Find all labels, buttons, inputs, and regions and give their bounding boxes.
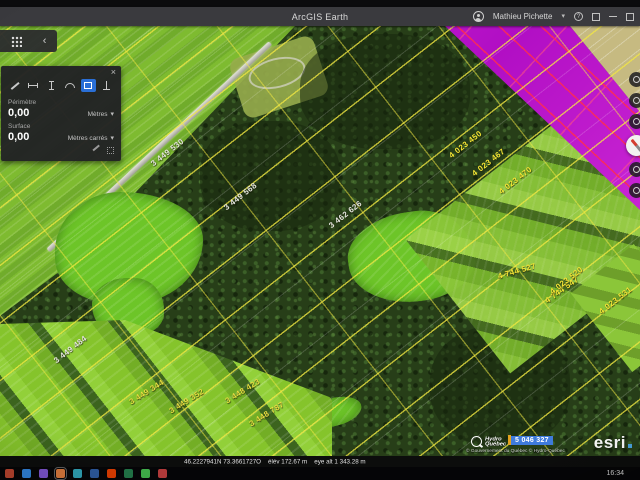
window-icon[interactable] (592, 13, 600, 21)
caret-down-icon: ▾ (110, 135, 114, 142)
monitor-photo: ArcGIS Earth Mathieu Pichette ▾ ? 3 449 … (0, 0, 640, 480)
taskbar-apps (5, 469, 167, 478)
measure-area-icon[interactable] (81, 79, 95, 92)
taskbar-app-icon[interactable] (158, 469, 167, 478)
taskbar-app-icon[interactable] (39, 469, 48, 478)
surface-value: 0,00 (8, 131, 29, 143)
map-attribution: © Gouvernement du Québec © Hydro-Québec (466, 448, 565, 453)
apps-toolbar: ‹ (0, 30, 57, 52)
apps-grid-icon[interactable] (11, 36, 22, 47)
parcel-label: 3 449 344 (128, 378, 166, 406)
status-coordinates: 46.2227941N 73.3661727O (184, 458, 261, 465)
measure-horizontal-distance-icon[interactable] (26, 79, 40, 92)
parcel-label: 3 449 484 (52, 334, 88, 365)
caret-down-icon[interactable]: ▾ (561, 13, 565, 20)
edit-icon[interactable] (92, 145, 99, 151)
taskbar-app-icon[interactable] (141, 469, 150, 478)
perimeter-value: 0,00 (8, 107, 29, 119)
status-eye-altitude: eye alt 1 343.28 m (314, 458, 365, 465)
map-tool-button[interactable] (629, 183, 640, 198)
measure-elevation-icon[interactable] (100, 79, 114, 92)
parcel-label: 3 449 530 (149, 137, 185, 168)
taskbar-app-icon[interactable] (5, 469, 14, 478)
parcel-label: 3 449 568 (222, 181, 258, 212)
help-icon[interactable]: ? (574, 12, 583, 21)
parcel-label: 3 449 352 (168, 387, 206, 415)
user-name[interactable]: Mathieu Pichette (493, 12, 553, 21)
snap-settings-icon[interactable] (107, 147, 114, 154)
map-tools-column (626, 72, 640, 198)
measure-vertical-distance-icon[interactable] (45, 79, 59, 92)
parcel-label: 4 023 531 (597, 285, 633, 316)
parcel-label: 4 023 450 (447, 129, 483, 160)
map-tool-button[interactable] (629, 72, 640, 87)
status-elevation: élév 172.67 m (268, 458, 307, 465)
close-icon[interactable] (626, 13, 634, 21)
perimeter-label: Périmètre (8, 99, 114, 106)
selected-parcel-label[interactable]: 5 046 327 (508, 435, 553, 445)
parcel-label: 4 744 527 (497, 261, 537, 280)
parcel-label: 4 023 470 (497, 165, 533, 196)
collapse-chevron-icon[interactable]: ‹ (43, 36, 47, 47)
perimeter-unit-select[interactable]: Mètres ▾ (88, 111, 114, 118)
taskbar-app-icon[interactable] (90, 469, 99, 478)
map-tool-button[interactable] (629, 114, 640, 129)
taskbar-app-icon[interactable] (22, 469, 31, 478)
map-tool-button[interactable] (629, 93, 640, 108)
user-avatar-icon (473, 11, 484, 22)
taskbar-app-icon[interactable] (73, 469, 82, 478)
measure-panel: × Périmètre 0,00 Mètres ▾ Surface 0,00 M… (1, 66, 121, 161)
surface-unit-select[interactable]: Mètres carrés ▾ (68, 135, 114, 142)
compass-icon[interactable] (626, 135, 640, 156)
taskbar-app-icon[interactable] (107, 469, 116, 478)
esri-logo: esri (594, 433, 632, 453)
taskbar-clock: 16:34 (606, 470, 624, 477)
measure-slope-distance-icon[interactable] (8, 79, 22, 92)
hydro-q-icon (471, 436, 482, 447)
parcel-label: 3 448 423 (224, 377, 262, 405)
windows-taskbar: 16:34 (0, 467, 640, 480)
panel-close-icon[interactable]: × (111, 68, 116, 77)
minimize-icon[interactable] (609, 16, 617, 17)
titlebar: ArcGIS Earth Mathieu Pichette ▾ ? (0, 7, 640, 26)
caret-down-icon: ▾ (110, 111, 114, 118)
surface-label: Surface (8, 123, 114, 130)
parcel-label: 3 462 626 (327, 199, 363, 230)
taskbar-app-icon[interactable] (124, 469, 133, 478)
parcel-label: 3 448 787 (248, 400, 286, 428)
map-tool-button[interactable] (629, 162, 640, 177)
parcel-label: 4 023 467 (470, 147, 506, 178)
status-bar: 46.2227941N 73.3661727O élév 172.67 m ey… (0, 456, 640, 467)
taskbar-app-icon[interactable] (56, 469, 65, 478)
measure-dome-icon[interactable] (63, 79, 77, 92)
